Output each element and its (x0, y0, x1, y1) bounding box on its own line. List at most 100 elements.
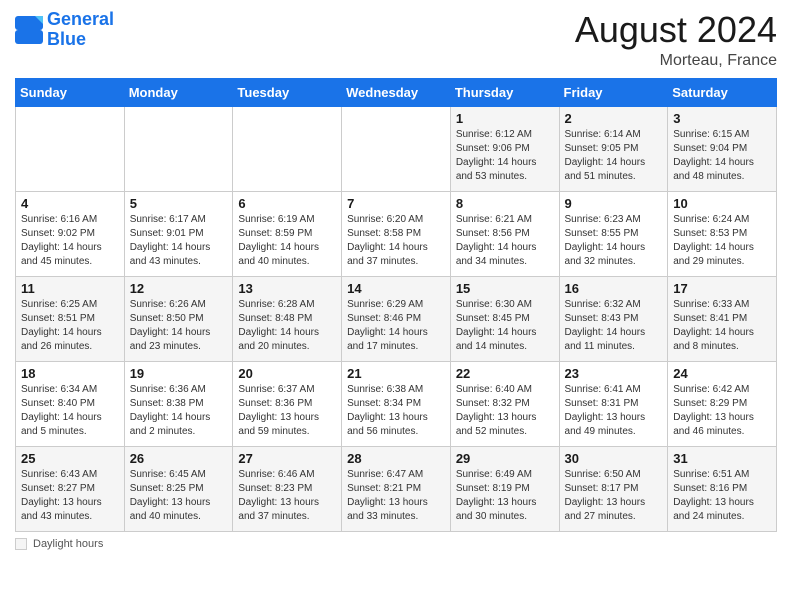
day-info: Sunrise: 6:47 AM Sunset: 8:21 PM Dayligh… (347, 468, 445, 524)
daylight-legend-label: Daylight hours (33, 538, 103, 550)
calendar-cell: 2 Sunrise: 6:14 AM Sunset: 9:05 PM Daylig… (559, 106, 668, 191)
logo-text: General Blue (47, 10, 114, 50)
day-info: Sunrise: 6:34 AM Sunset: 8:40 PM Dayligh… (21, 383, 119, 439)
day-info: Sunrise: 6:40 AM Sunset: 8:32 PM Dayligh… (456, 383, 554, 439)
calendar-week-row-3: 11Sunrise: 6:25 AM Sunset: 8:51 PM Dayli… (16, 276, 777, 361)
day-number: 4 (21, 196, 119, 211)
day-number: 22 (456, 366, 554, 381)
calendar-cell: 19 Sunrise: 6:36 AM Sunset: 8:38 PM Dayli… (124, 361, 233, 446)
day-number: 21 (347, 366, 445, 381)
day-number: 25 (21, 451, 119, 466)
day-number: 15 (456, 281, 554, 296)
header-sunday: Sunday (16, 78, 125, 106)
calendar-cell: 26 Sunrise: 6:45 AM Sunset: 8:25 PM Dayli… (124, 446, 233, 531)
day-info: Sunrise: 6:42 AM Sunset: 8:29 PM Dayligh… (673, 383, 771, 439)
calendar-cell: 3 Sunrise: 6:15 AM Sunset: 9:04 PM Daylig… (668, 106, 777, 191)
calendar-cell: 28 Sunrise: 6:47 AM Sunset: 8:21 PM Dayli… (342, 446, 451, 531)
calendar-cell: 21 Sunrise: 6:38 AM Sunset: 8:34 PM Dayli… (342, 361, 451, 446)
day-number: 31 (673, 451, 771, 466)
calendar-cell (16, 106, 125, 191)
calendar-table: Sunday Monday Tuesday Wednesday Thursday… (15, 78, 777, 532)
calendar-cell: 22 Sunrise: 6:40 AM Sunset: 8:32 PM Dayli… (450, 361, 559, 446)
calendar-cell (124, 106, 233, 191)
header-monday: Monday (124, 78, 233, 106)
day-info: Sunrise: 6:16 AM Sunset: 9:02 PM Dayligh… (21, 213, 119, 269)
day-info: Sunrise: 6:17 AM Sunset: 9:01 PM Dayligh… (130, 213, 228, 269)
day-number: 26 (130, 451, 228, 466)
day-info: Sunrise: 6:32 AM Sunset: 8:43 PM Dayligh… (565, 298, 663, 354)
calendar-cell: 12 Sunrise: 6:26 AM Sunset: 8:50 PM Dayli… (124, 276, 233, 361)
day-number: 23 (565, 366, 663, 381)
day-info: Sunrise: 6:43 AM Sunset: 8:27 PM Dayligh… (21, 468, 119, 524)
calendar-cell: 15Sunrise: 6:30 AM Sunset: 8:45 PM Dayli… (450, 276, 559, 361)
calendar-cell: 5Sunrise: 6:17 AM Sunset: 9:01 PM Daylig… (124, 191, 233, 276)
day-number: 3 (673, 111, 771, 126)
header-saturday: Saturday (668, 78, 777, 106)
day-info: Sunrise: 6:45 AM Sunset: 8:25 PM Dayligh… (130, 468, 228, 524)
day-number: 20 (238, 366, 336, 381)
day-info: Sunrise: 6:26 AM Sunset: 8:50 PM Dayligh… (130, 298, 228, 354)
day-info: Sunrise: 6:46 AM Sunset: 8:23 PM Dayligh… (238, 468, 336, 524)
day-number: 13 (238, 281, 336, 296)
day-info: Sunrise: 6:21 AM Sunset: 8:56 PM Dayligh… (456, 213, 554, 269)
day-info: Sunrise: 6:19 AM Sunset: 8:59 PM Dayligh… (238, 213, 336, 269)
calendar-cell: 16Sunrise: 6:32 AM Sunset: 8:43 PM Dayli… (559, 276, 668, 361)
calendar-cell: 9Sunrise: 6:23 AM Sunset: 8:55 PM Daylig… (559, 191, 668, 276)
day-number: 28 (347, 451, 445, 466)
calendar-cell: 25 Sunrise: 6:43 AM Sunset: 8:27 PM Dayli… (16, 446, 125, 531)
daylight-legend-dot (15, 538, 27, 550)
day-info: Sunrise: 6:38 AM Sunset: 8:34 PM Dayligh… (347, 383, 445, 439)
calendar-week-row-2: 4 Sunrise: 6:16 AM Sunset: 9:02 PM Daylig… (16, 191, 777, 276)
calendar-cell: 30 Sunrise: 6:50 AM Sunset: 8:17 PM Dayli… (559, 446, 668, 531)
calendar-cell: 10Sunrise: 6:24 AM Sunset: 8:53 PM Dayli… (668, 191, 777, 276)
calendar-cell: 31 Sunrise: 6:51 AM Sunset: 8:16 PM Dayli… (668, 446, 777, 531)
day-info: Sunrise: 6:51 AM Sunset: 8:16 PM Dayligh… (673, 468, 771, 524)
header-wednesday: Wednesday (342, 78, 451, 106)
calendar-cell (233, 106, 342, 191)
day-number: 2 (565, 111, 663, 126)
day-info: Sunrise: 6:23 AM Sunset: 8:55 PM Dayligh… (565, 213, 663, 269)
day-number: 18 (21, 366, 119, 381)
day-number: 24 (673, 366, 771, 381)
logo: General Blue (15, 10, 114, 50)
day-info: Sunrise: 6:37 AM Sunset: 8:36 PM Dayligh… (238, 383, 336, 439)
day-info: Sunrise: 6:49 AM Sunset: 8:19 PM Dayligh… (456, 468, 554, 524)
calendar-cell: 14Sunrise: 6:29 AM Sunset: 8:46 PM Dayli… (342, 276, 451, 361)
calendar-cell: 7Sunrise: 6:20 AM Sunset: 8:58 PM Daylig… (342, 191, 451, 276)
footer: Daylight hours (15, 538, 777, 550)
title-block: August 2024 Morteau, France (575, 10, 777, 70)
calendar-cell: 4 Sunrise: 6:16 AM Sunset: 9:02 PM Daylig… (16, 191, 125, 276)
day-info: Sunrise: 6:50 AM Sunset: 8:17 PM Dayligh… (565, 468, 663, 524)
day-info: Sunrise: 6:15 AM Sunset: 9:04 PM Dayligh… (673, 128, 771, 184)
calendar-cell: 6Sunrise: 6:19 AM Sunset: 8:59 PM Daylig… (233, 191, 342, 276)
day-info: Sunrise: 6:20 AM Sunset: 8:58 PM Dayligh… (347, 213, 445, 269)
calendar-week-row-5: 25 Sunrise: 6:43 AM Sunset: 8:27 PM Dayli… (16, 446, 777, 531)
page-header: General Blue August 2024 Morteau, France (15, 10, 777, 70)
location-subtitle: Morteau, France (575, 52, 777, 70)
day-number: 1 (456, 111, 554, 126)
calendar-cell (342, 106, 451, 191)
calendar-cell: 23 Sunrise: 6:41 AM Sunset: 8:31 PM Dayli… (559, 361, 668, 446)
day-number: 12 (130, 281, 228, 296)
day-number: 19 (130, 366, 228, 381)
calendar-cell: 11Sunrise: 6:25 AM Sunset: 8:51 PM Dayli… (16, 276, 125, 361)
calendar-week-row-4: 18 Sunrise: 6:34 AM Sunset: 8:40 PM Dayli… (16, 361, 777, 446)
day-info: Sunrise: 6:41 AM Sunset: 8:31 PM Dayligh… (565, 383, 663, 439)
month-year-title: August 2024 (575, 10, 777, 50)
logo-icon (15, 16, 43, 44)
day-info: Sunrise: 6:14 AM Sunset: 9:05 PM Dayligh… (565, 128, 663, 184)
day-number: 10 (673, 196, 771, 211)
calendar-header-row: Sunday Monday Tuesday Wednesday Thursday… (16, 78, 777, 106)
day-info: Sunrise: 6:36 AM Sunset: 8:38 PM Dayligh… (130, 383, 228, 439)
day-number: 30 (565, 451, 663, 466)
calendar-cell: 18 Sunrise: 6:34 AM Sunset: 8:40 PM Dayli… (16, 361, 125, 446)
day-number: 11 (21, 281, 119, 296)
calendar-cell: 13Sunrise: 6:28 AM Sunset: 8:48 PM Dayli… (233, 276, 342, 361)
calendar-cell: 27Sunrise: 6:46 AM Sunset: 8:23 PM Dayli… (233, 446, 342, 531)
day-number: 17 (673, 281, 771, 296)
header-tuesday: Tuesday (233, 78, 342, 106)
calendar-cell: 1Sunrise: 6:12 AM Sunset: 9:06 PM Daylig… (450, 106, 559, 191)
calendar-cell: 17Sunrise: 6:33 AM Sunset: 8:41 PM Dayli… (668, 276, 777, 361)
calendar-cell: 29Sunrise: 6:49 AM Sunset: 8:19 PM Dayli… (450, 446, 559, 531)
calendar-cell: 20 Sunrise: 6:37 AM Sunset: 8:36 PM Dayli… (233, 361, 342, 446)
